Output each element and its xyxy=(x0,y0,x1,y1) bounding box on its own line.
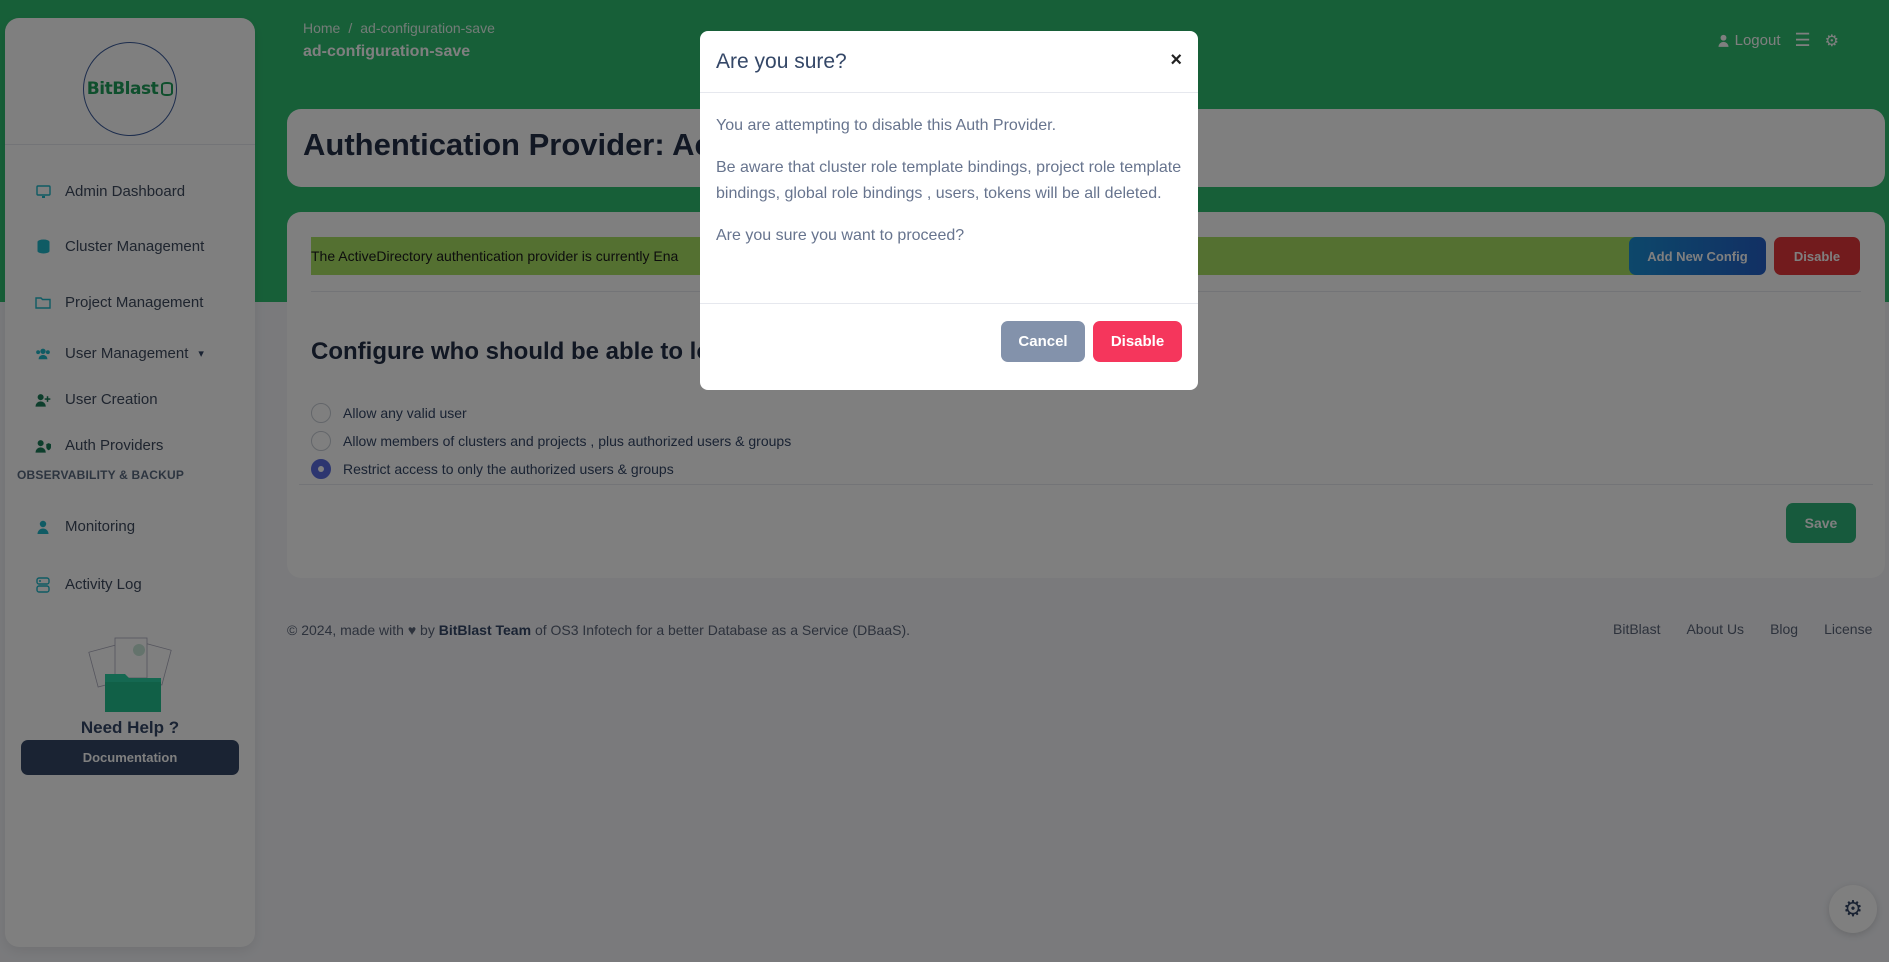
dialog-body: You are attempting to disable this Auth … xyxy=(700,93,1198,249)
dialog-title: Are you sure? xyxy=(716,50,847,73)
close-icon[interactable]: × xyxy=(1170,49,1182,72)
dialog-header: Are you sure? × xyxy=(700,31,1198,93)
dialog-footer: Cancel Disable xyxy=(700,303,1198,390)
confirm-dialog: Are you sure? × You are attempting to di… xyxy=(700,31,1198,390)
dialog-text: You are attempting to disable this Auth … xyxy=(716,117,1057,134)
cancel-button[interactable]: Cancel xyxy=(1001,321,1085,362)
dialog-text: Are you sure you want to proceed? xyxy=(716,227,965,244)
confirm-disable-button[interactable]: Disable xyxy=(1093,321,1182,362)
dialog-text: Be aware that cluster role template bind… xyxy=(716,159,1182,202)
